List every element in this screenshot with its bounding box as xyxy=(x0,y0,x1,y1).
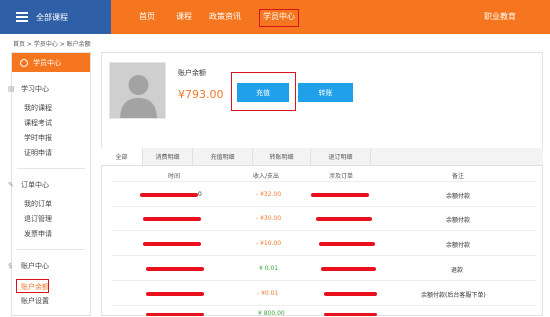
table-row-divider xyxy=(112,230,536,231)
sidebar-divider xyxy=(17,249,85,250)
sidebar-header: 学员中心 xyxy=(12,53,90,72)
redacted-time xyxy=(140,193,198,197)
redacted-time xyxy=(143,242,201,246)
sidebar-active-highlight xyxy=(16,279,49,293)
time-tail: 0 xyxy=(198,191,202,198)
transfer-button[interactable]: 转账 xyxy=(298,83,353,102)
nav-courses[interactable]: 课程 xyxy=(176,11,192,22)
redacted-order xyxy=(321,267,376,271)
sidebar-item-refund-manage[interactable]: 退订管理 xyxy=(24,214,52,224)
sidebar-item-certificate-apply[interactable]: 证明申请 xyxy=(24,148,52,158)
redacted-time xyxy=(146,267,204,271)
redacted-time xyxy=(146,292,204,296)
note-cell: 余额付款(后台客服下单) xyxy=(421,292,486,299)
tab-recharge[interactable]: 充值明细 xyxy=(193,148,253,165)
tab-refund[interactable]: 退订明细 xyxy=(311,148,371,165)
balance-label: 账户余额 xyxy=(178,69,206,77)
sidebar-group-orders: ✎ 订单中心 xyxy=(8,180,49,189)
sidebar-divider xyxy=(17,168,85,169)
amount-cell: - ¥0.01 xyxy=(257,290,279,297)
avatar xyxy=(109,62,166,119)
note-cell: 余额付款 xyxy=(446,193,471,200)
book-icon: ▤ xyxy=(8,84,15,93)
column-header-note: 备注 xyxy=(452,173,465,180)
edit-icon: ✎ xyxy=(8,180,14,189)
redacted-order xyxy=(311,193,369,197)
amount-cell: - ¥32.00 xyxy=(256,191,282,198)
nav-policy-news[interactable]: 政策资讯 xyxy=(209,11,241,22)
nav-vocational-education[interactable]: 职业教育 xyxy=(484,11,516,22)
redacted-order xyxy=(316,217,372,221)
table-row-divider xyxy=(112,255,536,256)
table-row-divider xyxy=(112,206,536,207)
table-row-divider xyxy=(112,181,536,182)
table-row-divider xyxy=(112,305,536,306)
redacted-order xyxy=(319,242,375,246)
balance-amount: ¥793.00 xyxy=(178,88,224,101)
amount-cell: - ¥30.00 xyxy=(256,215,282,222)
sidebar-item-my-orders[interactable]: 我的订单 xyxy=(24,199,52,209)
redacted-time xyxy=(143,217,201,221)
column-header-time: 时间 xyxy=(168,173,181,180)
dollar-circle-icon: $ xyxy=(8,261,13,270)
tab-transfer[interactable]: 转账明细 xyxy=(253,148,311,165)
sidebar-item-invoice-apply[interactable]: 发票申请 xyxy=(24,229,52,239)
amount-cell: ¥ 0.01 xyxy=(259,265,279,272)
sidebar-item-course-exam[interactable]: 课程考试 xyxy=(24,118,52,128)
redacted-order xyxy=(324,292,377,296)
default-user-icon xyxy=(110,63,165,118)
sidebar-item-account-settings[interactable]: 账户设置 xyxy=(21,296,49,306)
note-cell: 退款 xyxy=(451,267,464,274)
amount-cell: - ¥10.00 xyxy=(256,240,282,247)
table-row-divider xyxy=(112,280,536,281)
sidebar-group-study: ▤ 学习中心 xyxy=(8,84,49,93)
all-courses-label: 全部课程 xyxy=(36,12,68,22)
sidebar-group-account: $ 账户中心 xyxy=(8,261,49,270)
transaction-tabs: 全部 消费明细 充值明细 转账明细 退订明细 xyxy=(101,148,543,166)
recharge-highlight xyxy=(231,72,296,111)
sidebar-item-my-courses[interactable]: 我的课程 xyxy=(24,103,52,113)
note-cell: 余额付款 xyxy=(446,242,471,249)
column-header-amount: 收入/支出 xyxy=(253,173,280,180)
user-circle-icon xyxy=(20,58,28,67)
sidebar-item-hours-declaration[interactable]: 学时申报 xyxy=(24,133,52,143)
all-courses-button[interactable]: 全部课程 xyxy=(0,0,111,34)
nav-active-highlight xyxy=(259,9,299,27)
menu-icon xyxy=(16,12,28,22)
breadcrumb: 首页 > 学员中心 > 账户余额 xyxy=(13,41,91,48)
tab-all[interactable]: 全部 xyxy=(101,148,143,165)
note-cell: 余额付款 xyxy=(446,217,471,224)
column-header-order: 涉及订单 xyxy=(329,173,354,180)
nav-home[interactable]: 首页 xyxy=(139,11,155,22)
tab-consumption[interactable]: 消费明细 xyxy=(143,148,193,165)
